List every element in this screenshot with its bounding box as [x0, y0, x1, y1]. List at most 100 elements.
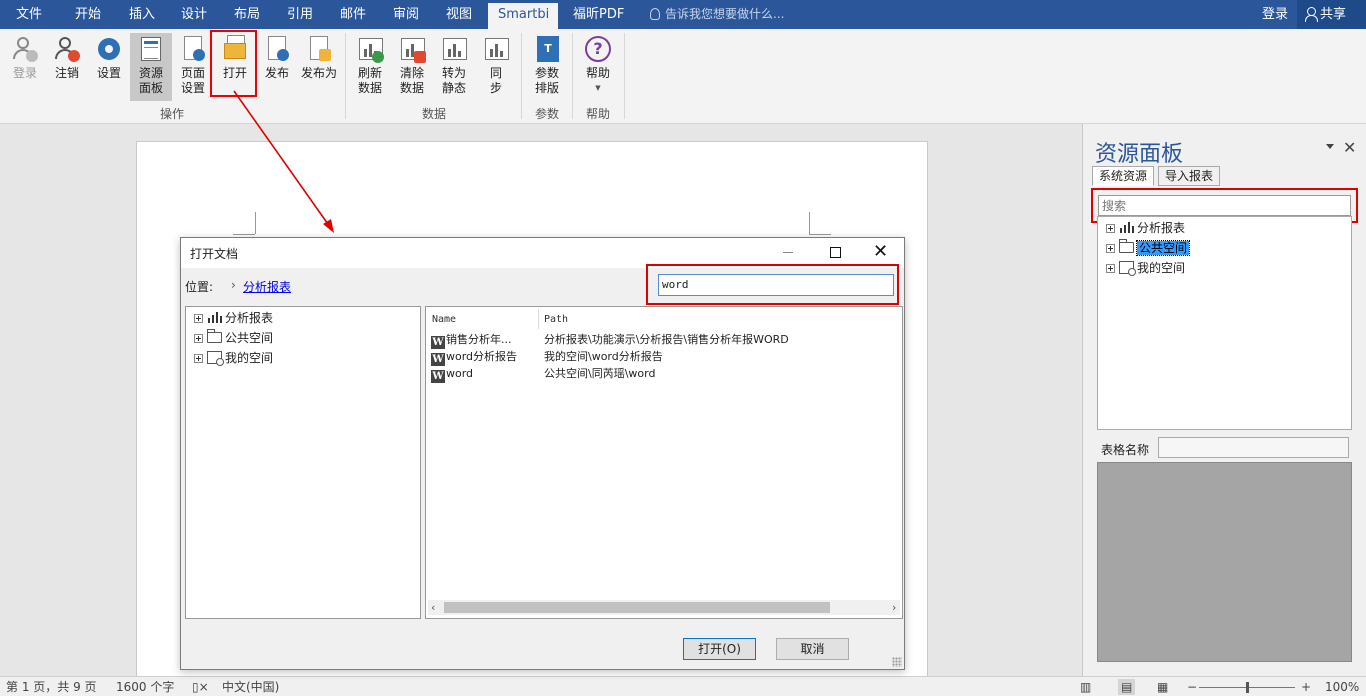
list-item[interactable]: W 销售分析年...	[431, 332, 512, 349]
crop-mark	[233, 234, 255, 235]
tell-me-box[interactable]: 告诉我您想要做什么...	[650, 0, 784, 29]
tree-item-my-space[interactable]: 我的空间	[194, 349, 273, 367]
column-divider[interactable]	[538, 309, 539, 329]
share-button[interactable]: 共享	[1297, 0, 1366, 29]
page-setup-label: 页面 设置	[180, 66, 205, 95]
tab-file[interactable]: 文件	[6, 0, 52, 29]
settings-button[interactable]: 设置	[88, 33, 130, 81]
tab-view[interactable]: 视图	[436, 0, 482, 29]
close-icon[interactable]: ✕	[873, 242, 888, 262]
item-name: 销售分析年...	[446, 333, 512, 346]
read-mode-icon[interactable]: ▥	[1080, 679, 1091, 695]
expand-icon[interactable]	[1106, 244, 1115, 253]
resize-grip-icon[interactable]	[892, 657, 902, 667]
zoom-out-button[interactable]: −	[1187, 679, 1197, 695]
scroll-left-icon[interactable]: ‹	[431, 600, 435, 615]
cancel-button[interactable]: 取消	[776, 638, 849, 660]
tree-item-public-space[interactable]: 公共空间	[1106, 239, 1191, 257]
resource-panel-label: 资源 面板	[138, 66, 163, 95]
close-icon[interactable]: ✕	[1343, 138, 1356, 157]
user-add-icon	[11, 35, 39, 63]
tab-foxit-pdf[interactable]: 福昕PDF	[563, 0, 634, 29]
expand-icon[interactable]	[194, 334, 203, 343]
language-status[interactable]: 中文(中国)	[222, 679, 279, 695]
page-count[interactable]: 第 1 页，共 9 页	[6, 679, 97, 695]
crop-mark	[809, 212, 810, 234]
search-highlight-box: word	[646, 264, 899, 305]
publish-button[interactable]: 发布	[256, 33, 298, 81]
minimize-icon[interactable]	[783, 252, 793, 253]
zoom-level[interactable]: 100%	[1325, 679, 1359, 695]
help-label: 帮助	[585, 66, 610, 80]
clear-data-button[interactable]: 清除 数据	[391, 33, 433, 96]
expand-icon[interactable]	[194, 354, 203, 363]
group-label-operations: 操作	[159, 107, 184, 121]
item-name: word分析报告	[446, 350, 518, 363]
param-layout-button[interactable]: T 参数 排版	[526, 33, 568, 96]
expand-icon[interactable]	[194, 314, 203, 323]
resource-search-input[interactable]	[1098, 195, 1351, 216]
tab-design[interactable]: 设计	[171, 0, 217, 29]
open-button[interactable]: 打开(O)	[683, 638, 756, 660]
tab-mailings[interactable]: 邮件	[330, 0, 376, 29]
resource-panel-title: 资源面板	[1095, 142, 1184, 167]
panel-options-icon[interactable]	[1326, 144, 1334, 149]
breadcrumb-link[interactable]: 分析报表	[243, 278, 291, 295]
tree-item-public-space[interactable]: 公共空间	[194, 329, 273, 347]
ribbon-separator	[624, 33, 625, 119]
item-path: 我的空间\word分析报告	[544, 350, 663, 363]
tab-layout[interactable]: 布局	[224, 0, 270, 29]
tab-import-reports[interactable]: 导入报表	[1158, 166, 1221, 186]
item-path: 公共空间\同芮瑶\word	[544, 367, 656, 380]
tree-item-analysis-reports[interactable]: 分析报表	[1106, 219, 1185, 237]
column-header-path[interactable]: Path	[544, 314, 568, 325]
sync-button[interactable]: 同 步	[475, 33, 517, 96]
maximize-icon[interactable]	[830, 247, 841, 258]
word-count[interactable]: 1600 个字	[116, 679, 174, 695]
ribbon-separator	[345, 33, 346, 119]
crop-mark	[255, 212, 256, 234]
help-button[interactable]: ? 帮助 ▼	[577, 33, 619, 96]
to-static-button[interactable]: 转为 静态	[433, 33, 475, 96]
dialog-search-input[interactable]: word	[658, 274, 894, 296]
scroll-right-icon[interactable]: ›	[892, 600, 896, 615]
word-doc-icon: W	[431, 353, 445, 366]
item-name: word	[446, 367, 474, 380]
tree-item-analysis-reports[interactable]: 分析报表	[194, 309, 273, 327]
tab-review[interactable]: 审阅	[383, 0, 429, 29]
logout-button[interactable]: 注销	[46, 33, 88, 81]
location-label: 位置:	[185, 280, 214, 294]
print-layout-icon[interactable]: ▤	[1118, 679, 1136, 695]
web-layout-icon[interactable]: ▦	[1157, 679, 1168, 695]
tab-references[interactable]: 引用	[277, 0, 323, 29]
table-name-field[interactable]	[1158, 437, 1349, 458]
question-icon: ?	[584, 35, 612, 63]
expand-icon[interactable]	[1106, 264, 1115, 273]
group-label-data: 数据	[421, 107, 446, 121]
top-login-link[interactable]: 登录	[1262, 0, 1288, 29]
expand-icon[interactable]	[1106, 224, 1115, 233]
list-item[interactable]: Wword	[431, 366, 474, 383]
horizontal-scrollbar[interactable]: ‹ ›	[428, 600, 900, 615]
tab-system-resources[interactable]: 系统资源	[1092, 166, 1155, 186]
proofing-icon[interactable]: ▯×	[192, 679, 209, 695]
resource-panel-button[interactable]: 资源 面板	[130, 33, 172, 101]
folder-icon	[207, 329, 222, 343]
column-header-name[interactable]: Name	[432, 314, 456, 325]
table-name-label: 表格名称	[1101, 443, 1150, 457]
tab-insert[interactable]: 插入	[119, 0, 165, 29]
publish-as-button[interactable]: 发布为	[298, 33, 340, 81]
login-button[interactable]: 登录	[4, 33, 46, 81]
scrollbar-thumb[interactable]	[444, 602, 830, 613]
zoom-slider-thumb[interactable]	[1246, 682, 1249, 693]
page-setup-button[interactable]: 页面 设置	[172, 33, 214, 96]
tab-smartbi[interactable]: Smartbi	[488, 3, 558, 29]
list-item[interactable]: Wword分析报告	[431, 349, 518, 366]
zoom-in-button[interactable]: +	[1301, 679, 1311, 695]
refresh-data-button[interactable]: 刷新 数据	[349, 33, 391, 96]
tab-home[interactable]: 开始	[65, 0, 111, 29]
publish-as-icon	[305, 35, 333, 63]
publish-label: 发布	[264, 66, 289, 80]
tree-item-my-space[interactable]: 我的空间	[1106, 259, 1185, 277]
static-chart-icon	[440, 35, 468, 63]
